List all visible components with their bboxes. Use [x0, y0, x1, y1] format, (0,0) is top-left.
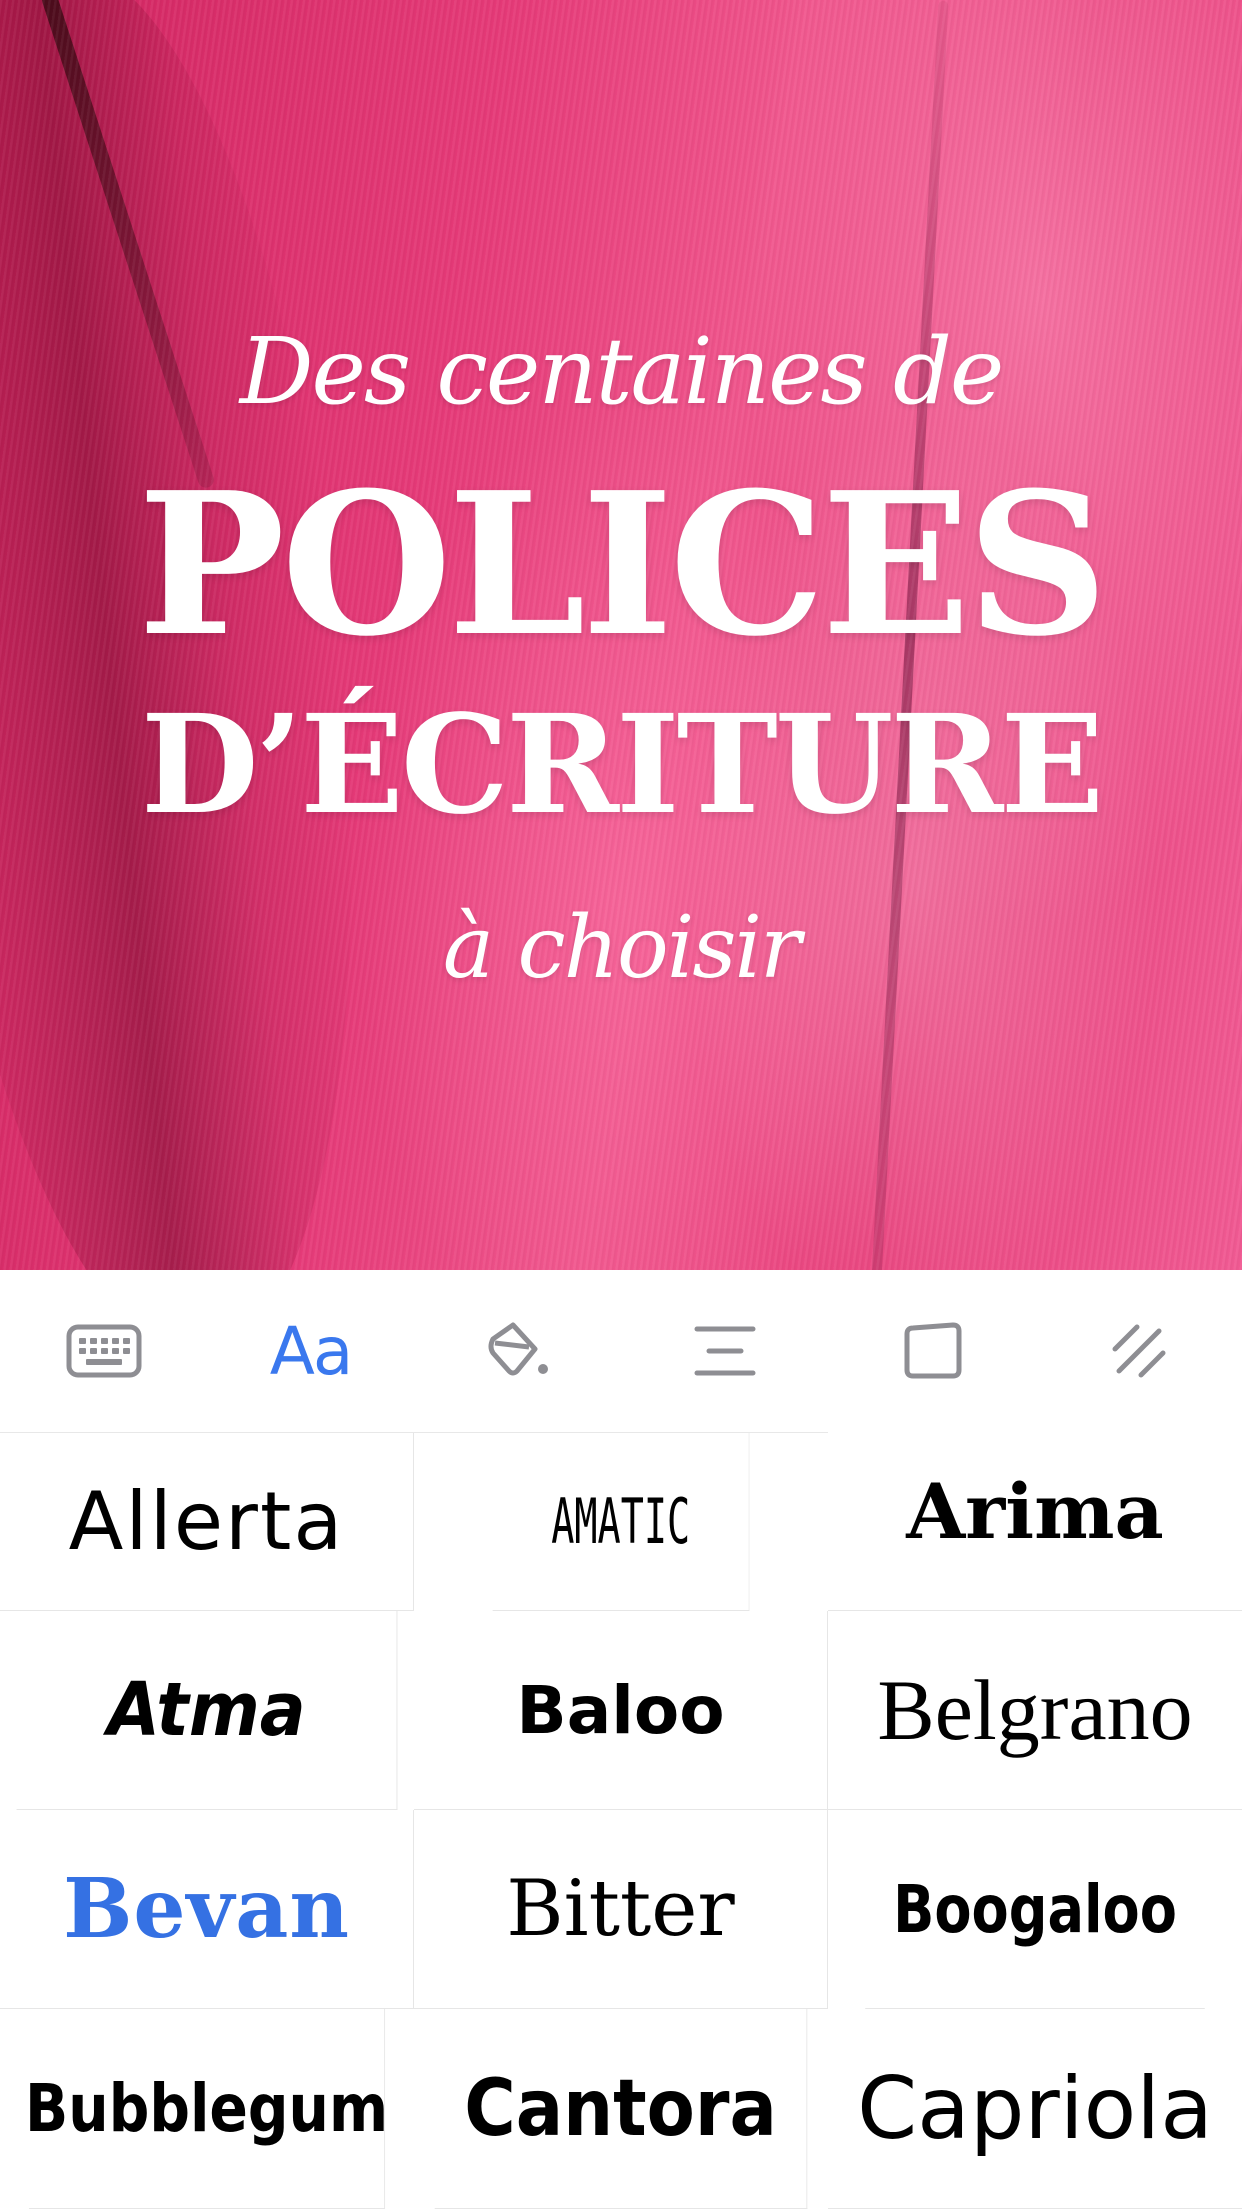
hero-image: Des centaines de POLICES D’ÉCRITURE à ch… [0, 0, 1242, 1270]
font-button[interactable]: Aa [207, 1270, 414, 1432]
shape-button[interactable] [828, 1270, 1035, 1432]
keyboard-icon [66, 1324, 141, 1378]
hero-subtitle-bottom: à choisir [442, 898, 801, 998]
font-option-amatic[interactable]: AMATIC [492, 1433, 750, 1611]
hero-title-line1: POLICES [137, 450, 1109, 680]
text-align-icon [694, 1326, 755, 1376]
shape-icon [904, 1322, 961, 1379]
font-option-allerta[interactable]: Allerta [0, 1433, 414, 1611]
keyboard-button[interactable] [0, 1270, 207, 1432]
font-option-atma[interactable]: Atma [16, 1611, 398, 1810]
font-option-capriola[interactable]: Capriola [828, 2009, 1242, 2209]
font-picker-grid: Allerta AMATIC Arima Atma Baloo Belgrano… [0, 1413, 1242, 2209]
font-option-boogaloo[interactable]: Boogaloo [865, 1810, 1205, 2009]
editor-toolbar: Aa [0, 1270, 1242, 1432]
hero-subtitle-top: Des centaines de [239, 318, 1005, 425]
alignment-button[interactable] [621, 1270, 828, 1432]
hero-title-line2: D’ÉCRITURE [140, 685, 1104, 845]
font-icon: Aa [269, 1312, 354, 1390]
color-button[interactable] [414, 1270, 621, 1432]
font-option-bitter[interactable]: Bitter [414, 1810, 828, 2009]
font-option-bevan[interactable]: Bevan [0, 1810, 414, 2009]
texture-button[interactable] [1035, 1270, 1242, 1432]
font-option-bubblegum[interactable]: Bubblegum [28, 2009, 386, 2209]
paint-bucket-icon [488, 1322, 548, 1376]
font-option-cantora[interactable]: Cantora [434, 2009, 808, 2209]
font-option-belgrano[interactable]: Belgrano [828, 1611, 1242, 1810]
font-option-baloo[interactable]: Baloo [414, 1611, 828, 1810]
texture-icon [1112, 1324, 1165, 1378]
font-option-arima[interactable]: Arima [828, 1413, 1242, 1611]
